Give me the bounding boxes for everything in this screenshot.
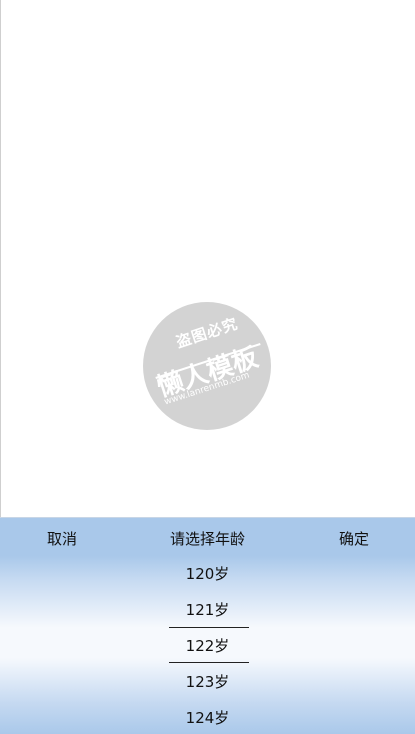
selection-top-line	[169, 627, 249, 628]
selection-bottom-line	[169, 662, 249, 663]
page: 盗图必究 懒人模板 www.lanrenmb.com 取消 请选择年龄 确定 1…	[0, 0, 415, 734]
confirm-button[interactable]: 确定	[339, 528, 369, 549]
picker-header: 取消 请选择年龄 确定	[0, 518, 415, 556]
left-border	[0, 0, 1, 517]
cancel-button[interactable]: 取消	[47, 528, 77, 549]
picker-options[interactable]: 120岁 121岁 122岁 123岁 124岁	[0, 556, 415, 734]
picker-option[interactable]: 120岁	[0, 556, 415, 592]
picker-option[interactable]: 123岁	[0, 664, 415, 700]
picker-option[interactable]: 121岁	[0, 592, 415, 628]
age-picker: 取消 请选择年龄 确定 120岁 121岁 122岁 123岁 124岁	[0, 517, 415, 734]
watermark-logo: 盗图必究 懒人模板 www.lanrenmb.com	[143, 302, 271, 430]
picker-option[interactable]: 124岁	[0, 700, 415, 734]
picker-option-selected[interactable]: 122岁	[0, 628, 415, 664]
